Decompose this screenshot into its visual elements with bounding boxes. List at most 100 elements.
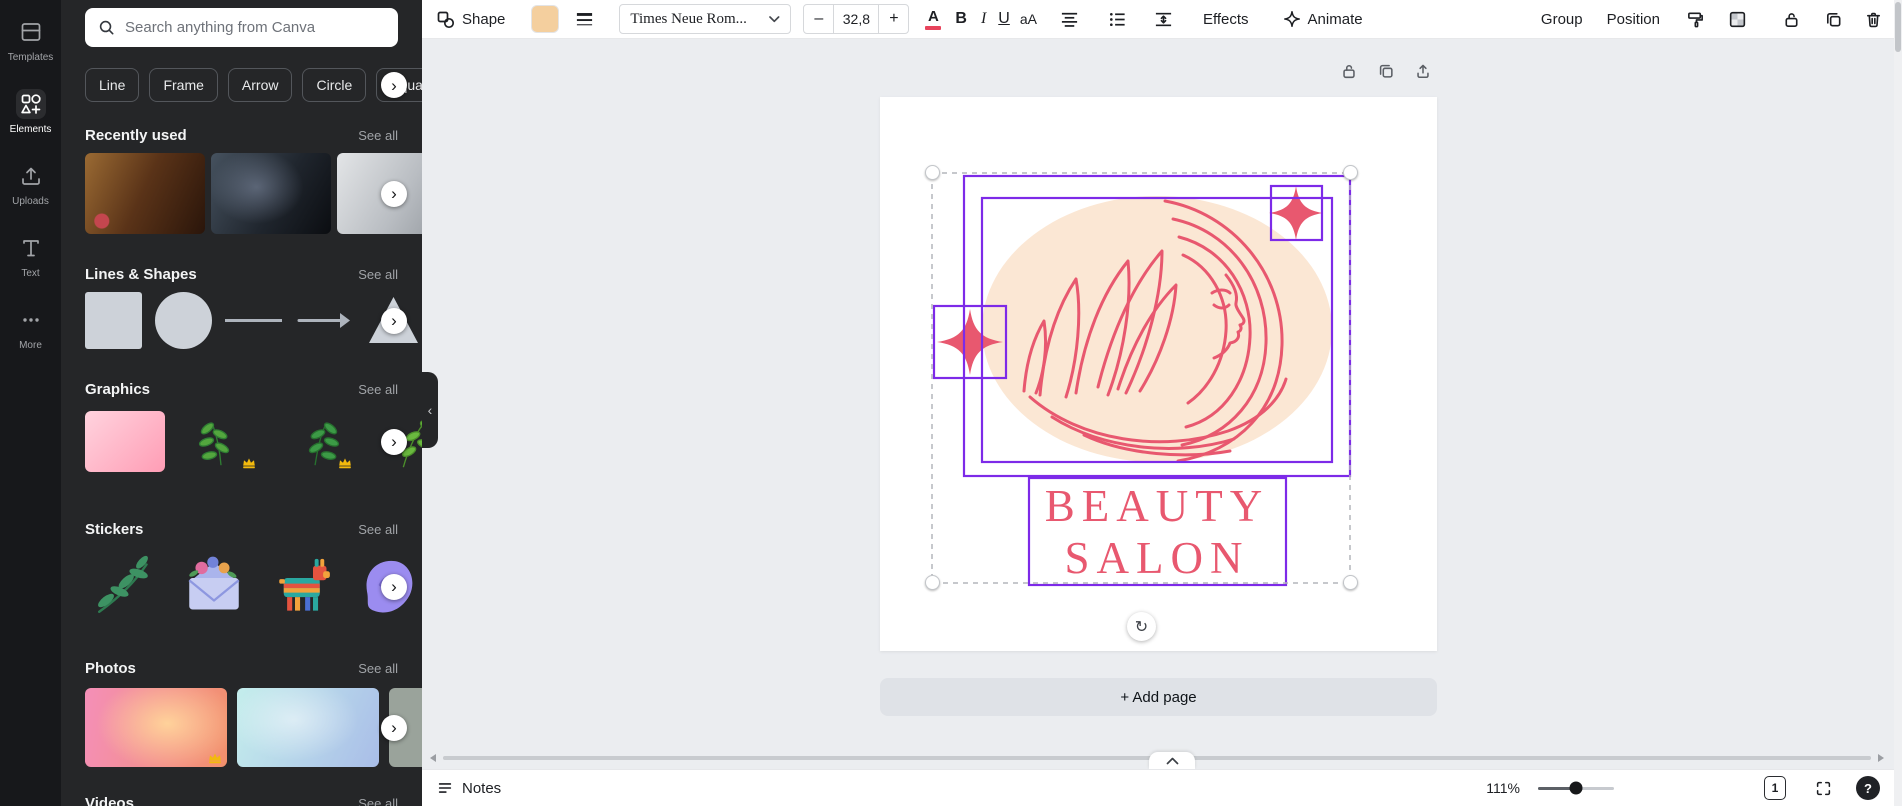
add-page-button[interactable]: + Add page (880, 678, 1437, 716)
lock-icon[interactable] (1778, 6, 1804, 32)
design-page[interactable]: BEAUTY SALON ↻ (880, 97, 1437, 651)
stickers-scroll-right-button[interactable]: › (381, 573, 407, 600)
underline-button[interactable]: U (998, 10, 1010, 28)
duplicate-icon[interactable] (1820, 6, 1846, 32)
position-button[interactable]: Position (1607, 11, 1660, 28)
chip-frame[interactable]: Frame (149, 68, 218, 102)
sticker-pinata[interactable] (265, 547, 343, 626)
shape-arrow[interactable] (295, 292, 352, 349)
group-button[interactable]: Group (1541, 11, 1583, 28)
chip-line[interactable]: Line (85, 68, 140, 102)
text-color-button[interactable]: A (925, 9, 942, 30)
section-title: Recently used (85, 126, 187, 144)
line-shape-icon (225, 319, 282, 322)
shape-line[interactable] (225, 292, 282, 349)
page-indicator[interactable]: 1 (1764, 776, 1786, 800)
recently-used-scroll-right-button[interactable]: › (381, 180, 407, 207)
sidebar-item-uploads[interactable]: Uploads (0, 148, 61, 220)
text-case-button[interactable]: aA (1020, 11, 1037, 27)
duplicate-page-icon[interactable] (1375, 60, 1397, 82)
graphic-green-leaves-1[interactable] (181, 411, 261, 472)
zoom-slider[interactable] (1538, 781, 1614, 795)
sidebar-item-text[interactable]: Text (0, 220, 61, 292)
text-align-icon[interactable] (1057, 6, 1083, 32)
see-all-link[interactable]: See all (358, 382, 398, 397)
sticker-leaf-branch[interactable] (85, 547, 163, 626)
see-all-link[interactable]: See all (358, 267, 398, 282)
effects-button[interactable]: Effects (1203, 11, 1249, 28)
graphic-green-leaves-2[interactable] (277, 411, 357, 472)
logo-oval-background[interactable] (982, 196, 1332, 462)
selection-handle-bottom-left[interactable] (925, 575, 940, 590)
sidebar-item-elements[interactable]: Elements (0, 76, 61, 148)
section-title: Lines & Shapes (85, 265, 197, 283)
zoom-level[interactable]: 111% (1486, 780, 1520, 796)
shape-square[interactable] (85, 292, 142, 349)
zoom-slider-knob[interactable] (1569, 781, 1583, 795)
italic-button[interactable]: I (981, 10, 986, 28)
shape-button[interactable]: Shape (436, 10, 505, 29)
sticker-envelope-flowers[interactable] (175, 547, 253, 626)
vertical-scroll-thumb[interactable] (1895, 2, 1901, 52)
sidebar-item-more[interactable]: More (0, 292, 61, 364)
decrease-font-size-button[interactable]: – (804, 5, 833, 33)
selection-handle-top-left[interactable] (925, 165, 940, 180)
chip-arrow[interactable]: Arrow (227, 68, 293, 102)
font-size-stepper: – 32,8 + (803, 4, 910, 34)
delete-icon[interactable] (1860, 6, 1886, 32)
scroll-left-icon[interactable] (430, 754, 436, 762)
design-canvas[interactable]: BEAUTY SALON ↻ + Add page (422, 39, 1902, 769)
copy-style-icon[interactable] (1682, 6, 1708, 32)
shapes-scroll-right-button[interactable]: › (381, 307, 407, 334)
recent-thumb-incense-photo[interactable] (85, 153, 205, 234)
see-all-link[interactable]: See all (358, 661, 398, 676)
chips-scroll-right-button[interactable]: › (381, 72, 407, 98)
shape-filter-chips: Line Frame Arrow Circle Square › (61, 68, 422, 102)
search-input[interactable] (125, 19, 386, 36)
see-all-link[interactable]: See all (358, 128, 398, 143)
font-family-select[interactable]: Times Neue Rom... (619, 4, 792, 34)
rotate-handle[interactable]: ↻ (1127, 612, 1156, 641)
see-all-link[interactable]: See all (358, 522, 398, 537)
chip-circle[interactable]: Circle (302, 68, 367, 102)
logo-text-line2[interactable]: SALON (1064, 533, 1249, 583)
editor-toolbar: Shape Times Neue Rom... – 32,8 + A B I U… (422, 0, 1902, 39)
logo-text-line1[interactable]: BEAUTY (1045, 481, 1269, 531)
scroll-right-icon[interactable] (1878, 754, 1884, 762)
sparkle-star-top-right[interactable] (1269, 186, 1323, 240)
branch-illustration (98, 555, 148, 613)
panel-collapse-button[interactable]: ‹ (422, 372, 438, 448)
statusbar-right: 111% 1 ? (1486, 775, 1880, 801)
graphics-scroll-right-button[interactable]: › (381, 428, 407, 455)
expand-bottom-panel-button[interactable] (1149, 752, 1195, 769)
bold-button[interactable]: B (955, 10, 967, 28)
border-style-icon[interactable] (571, 6, 597, 32)
photo-teal-gradient[interactable] (237, 688, 379, 767)
list-icon[interactable] (1105, 6, 1131, 32)
fullscreen-icon[interactable] (1810, 775, 1836, 801)
recent-thumb-dark-photo[interactable] (211, 153, 331, 234)
chevron-left-icon: ‹ (427, 402, 433, 418)
photo-pink-orange-gradient[interactable] (85, 688, 227, 767)
selection-handle-bottom-right[interactable] (1343, 575, 1358, 590)
help-button[interactable]: ? (1856, 776, 1880, 800)
sidebar-item-templates[interactable]: Templates (0, 4, 61, 76)
increase-font-size-button[interactable]: + (879, 5, 908, 33)
transparency-icon[interactable] (1724, 6, 1750, 32)
section-stickers: Stickers See all › (61, 519, 422, 626)
vertical-scrollbar[interactable] (1894, 0, 1902, 806)
see-all-link[interactable]: See all (358, 796, 398, 806)
shape-circle[interactable] (155, 292, 212, 349)
notes-button[interactable]: Notes (436, 779, 501, 797)
animate-button[interactable]: Animate (1283, 10, 1363, 28)
spacing-icon[interactable] (1151, 6, 1177, 32)
graphic-pink-gradient[interactable] (85, 411, 165, 472)
font-size-value[interactable]: 32,8 (833, 5, 880, 33)
photos-scroll-right-button[interactable]: › (381, 714, 407, 741)
export-page-icon[interactable] (1412, 60, 1434, 82)
recent-thumb-gray-gradient[interactable] (337, 153, 422, 234)
selection-handle-top-right[interactable] (1343, 165, 1358, 180)
square-shape-icon (85, 292, 142, 349)
lock-page-icon[interactable] (1338, 60, 1360, 82)
fill-color-swatch[interactable] (531, 5, 560, 33)
